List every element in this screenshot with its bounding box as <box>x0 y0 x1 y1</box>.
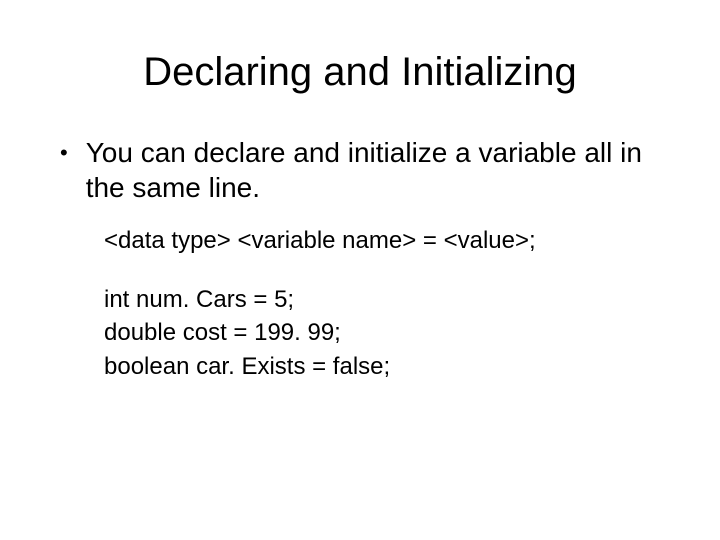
bullet-list: • You can declare and initialize a varia… <box>60 135 670 205</box>
bullet-text: You can declare and initialize a variabl… <box>86 135 670 205</box>
example-line-2: double cost = 199. 99; <box>104 317 670 348</box>
bullet-item: • You can declare and initialize a varia… <box>60 135 670 205</box>
example-line-1: int num. Cars = 5; <box>104 284 670 315</box>
sub-content: <data type> <variable name> = <value>; i… <box>104 225 670 382</box>
slide-title: Declaring and Initializing <box>50 50 670 95</box>
example-line-3: boolean car. Exists = false; <box>104 351 670 382</box>
syntax-line: <data type> <variable name> = <value>; <box>104 225 670 256</box>
bullet-dot-icon: • <box>60 135 68 170</box>
